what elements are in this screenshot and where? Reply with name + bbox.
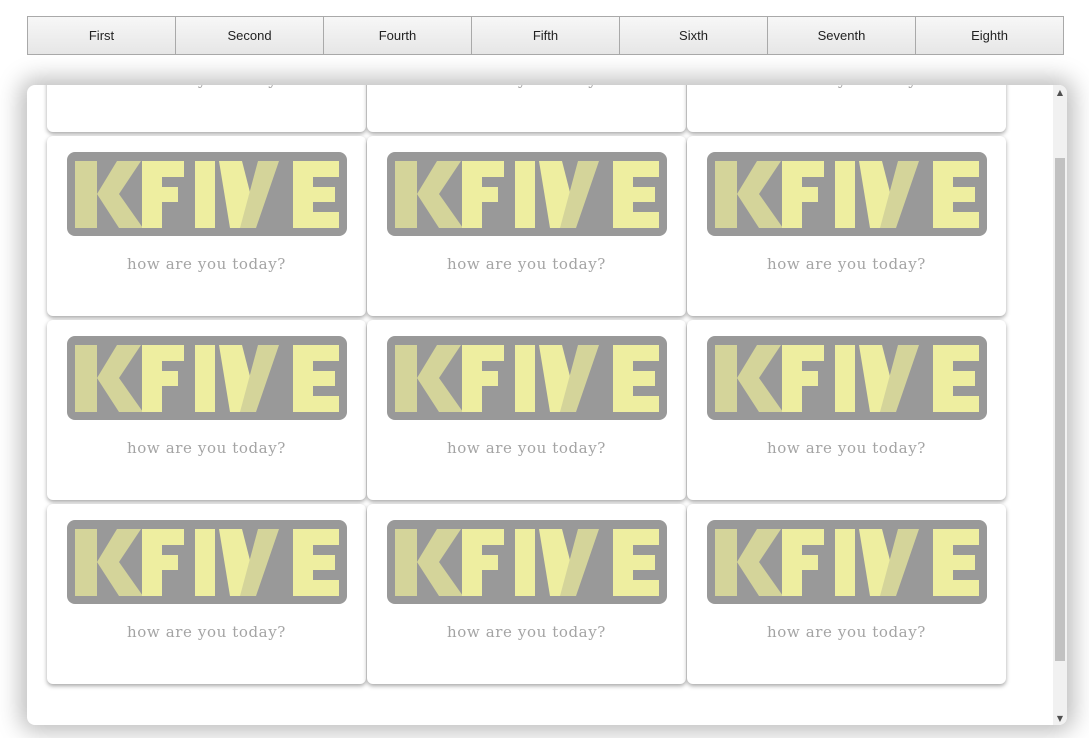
kfive-logo-image [707, 520, 987, 604]
tab-seventh[interactable]: Seventh [767, 16, 916, 55]
card[interactable]: how are you today? [687, 504, 1006, 684]
card[interactable]: how are you today? [47, 320, 366, 500]
tab-bar: First Second Fourth Fifth Sixth Seventh … [27, 16, 1064, 55]
scroll-viewport[interactable]: how are you today? how are you today? how … [27, 85, 1053, 725]
card[interactable]: how are you today? [367, 320, 686, 500]
tab-sixth[interactable]: Sixth [619, 16, 768, 55]
card[interactable]: how are you today? [367, 504, 686, 684]
card-grid: how are you today? how are you today? how … [47, 85, 1007, 688]
scroll-up-arrow-icon[interactable]: ▲ [1053, 85, 1067, 99]
tab-eighth[interactable]: Eighth [915, 16, 1064, 55]
kfive-logo-image [67, 336, 347, 420]
card-caption: how are you today? [767, 623, 926, 641]
card[interactable]: how are you today? [687, 136, 1006, 316]
tab-fifth[interactable]: Fifth [471, 16, 620, 55]
card-caption: how are you today? [687, 85, 1006, 89]
card-caption: how are you today? [447, 439, 606, 457]
card-caption: how are you today? [127, 623, 286, 641]
tab-second[interactable]: Second [175, 16, 324, 55]
card-caption: how are you today? [127, 255, 286, 273]
card-caption: how are you today? [127, 439, 286, 457]
card-caption: how are you today? [767, 255, 926, 273]
kfive-logo-image [67, 520, 347, 604]
card-caption: how are you today? [367, 85, 686, 89]
kfive-logo-image [707, 336, 987, 420]
tab-fourth[interactable]: Fourth [323, 16, 472, 55]
card[interactable]: how are you today? [367, 85, 686, 132]
card-caption: how are you today? [47, 85, 366, 89]
card[interactable]: how are you today? [687, 85, 1006, 132]
kfive-logo-image [387, 152, 667, 236]
kfive-logo-image [67, 152, 347, 236]
card[interactable]: how are you today? [367, 136, 686, 316]
tab-first[interactable]: First [27, 16, 176, 55]
vertical-scrollbar[interactable]: ▲ ▼ [1053, 85, 1067, 725]
card-caption: how are you today? [767, 439, 926, 457]
scroll-down-arrow-icon[interactable]: ▼ [1053, 711, 1067, 725]
kfive-logo-image [387, 520, 667, 604]
card[interactable]: how are you today? [47, 85, 366, 132]
card[interactable]: how are you today? [47, 136, 366, 316]
kfive-logo-image [387, 336, 667, 420]
card-caption: how are you today? [447, 623, 606, 641]
scrollbar-thumb[interactable] [1055, 158, 1065, 661]
card[interactable]: how are you today? [687, 320, 1006, 500]
kfive-logo-image [707, 152, 987, 236]
content-panel: how are you today? how are you today? how … [27, 85, 1067, 725]
card[interactable]: how are you today? [47, 504, 366, 684]
card-caption: how are you today? [447, 255, 606, 273]
